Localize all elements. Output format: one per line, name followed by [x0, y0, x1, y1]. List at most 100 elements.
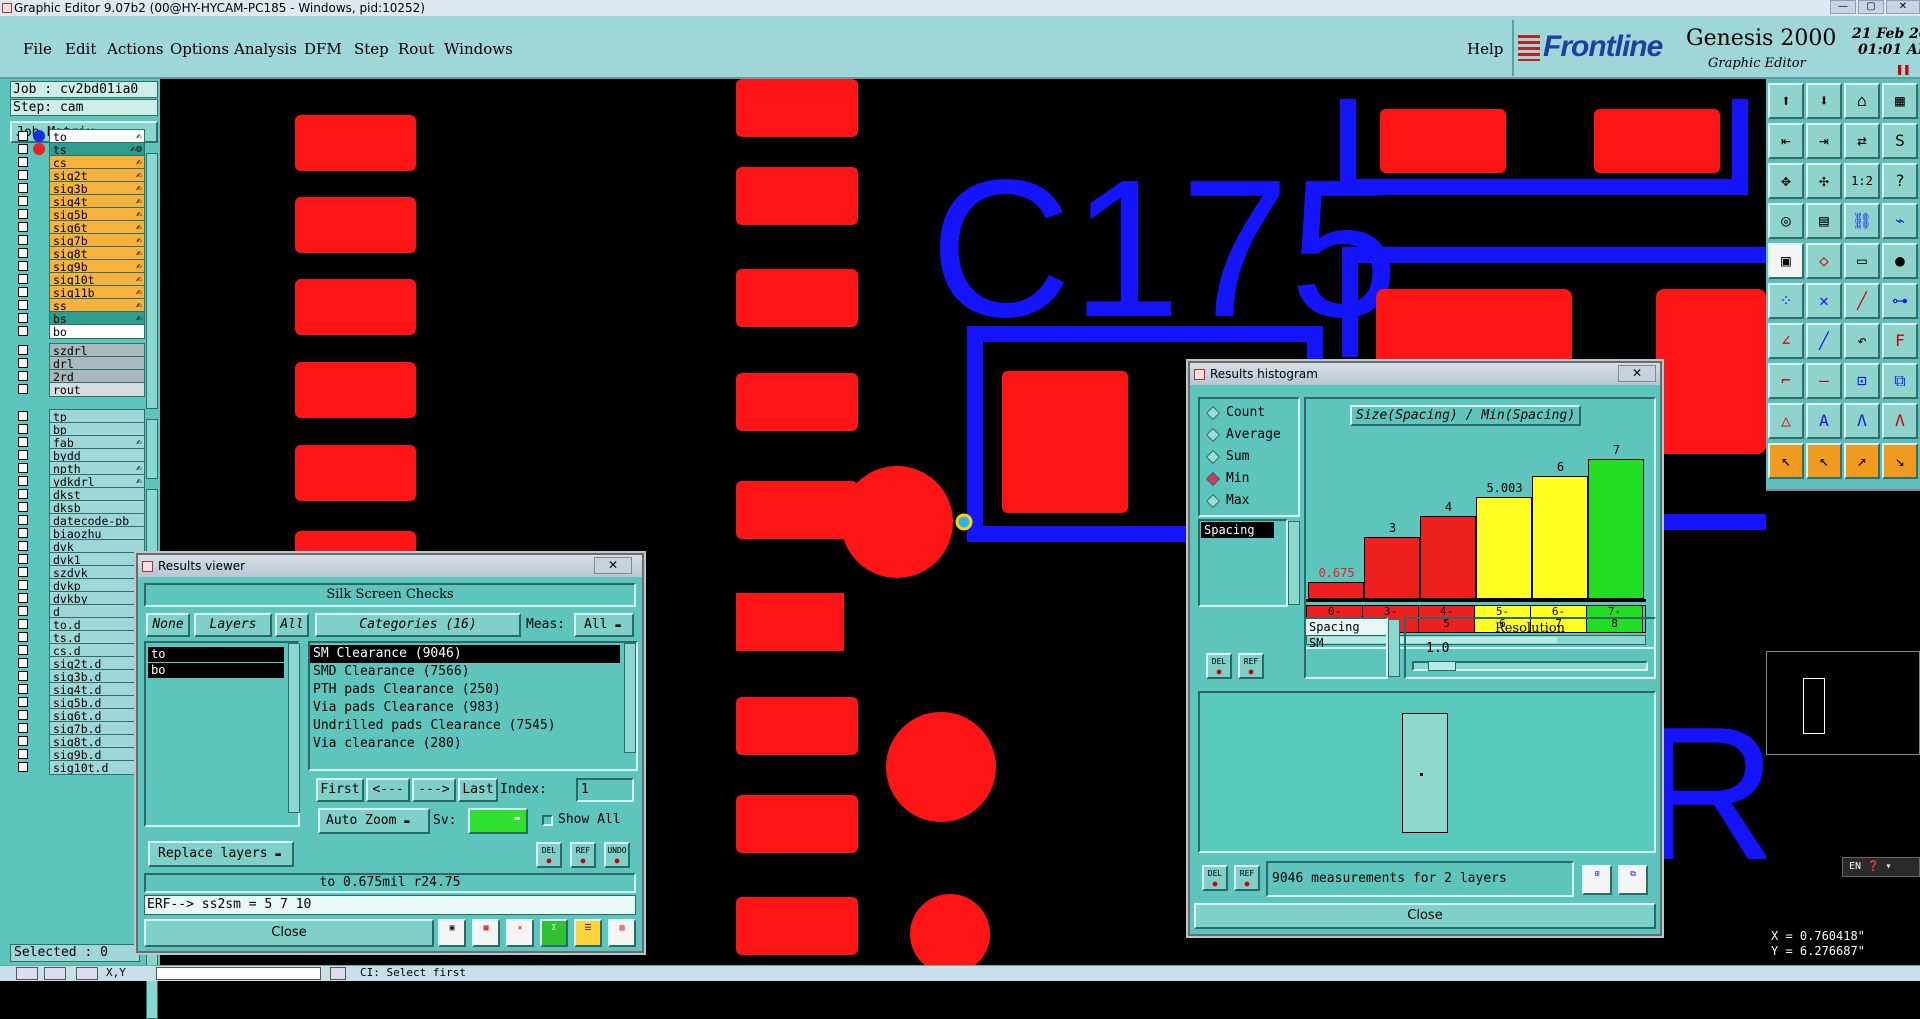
attribute-list[interactable]: Spacing — [1198, 519, 1288, 607]
layer-checkbox[interactable] — [18, 411, 28, 421]
mode-radio-count[interactable]: Count — [1205, 403, 1296, 423]
cross-icon[interactable]: ✕ — [1806, 283, 1842, 319]
layer-checkbox[interactable] — [18, 196, 28, 206]
mini-map-viewport[interactable] — [1803, 678, 1825, 734]
layer-row[interactable]: rout — [14, 382, 145, 397]
clear-icon[interactable]: ✕ — [506, 919, 534, 947]
layer-checkbox[interactable] — [18, 144, 28, 154]
layer-checkbox[interactable] — [18, 209, 28, 219]
layer-checkbox[interactable] — [18, 326, 28, 336]
layer-checkbox[interactable] — [18, 476, 28, 486]
layer-scrollbar-2[interactable] — [146, 419, 158, 479]
mini-map[interactable] — [1766, 651, 1920, 755]
layer-checkbox[interactable] — [18, 450, 28, 460]
triangle-icon[interactable]: △ — [1768, 403, 1804, 439]
layer-checkbox[interactable] — [18, 463, 28, 473]
move-left-icon[interactable]: ⇤ — [1768, 123, 1804, 159]
layer-name[interactable]: sig10t.d✍ — [49, 760, 145, 775]
layer-checkbox[interactable] — [18, 528, 28, 538]
home-icon[interactable]: ⌂ — [1844, 83, 1880, 119]
layer-row[interactable]: sig10t.d✍ — [14, 760, 145, 775]
histogram-close-x[interactable]: ✕ — [1618, 365, 1656, 382]
layer-checkbox[interactable] — [18, 222, 28, 232]
categories-button[interactable]: Categories (16) — [315, 613, 521, 637]
export-icon[interactable]: ▣ — [438, 919, 466, 947]
zoom-result-icon[interactable]: ⊞ — [1582, 865, 1612, 895]
connect-icon[interactable]: ⌁ — [1882, 203, 1918, 239]
stats-icon[interactable]: Σ — [540, 919, 568, 947]
group-icon[interactable]: ⧉ — [1882, 363, 1918, 399]
net-icon[interactable]: ⛓ — [1844, 203, 1880, 239]
status-icon-2[interactable] — [44, 967, 66, 980]
scale-icon[interactable]: 1:2 — [1844, 163, 1880, 199]
corner-icon[interactable]: ⌐ — [1768, 363, 1804, 399]
menu-rout[interactable]: Rout — [398, 40, 434, 58]
pointer-select-icon[interactable]: ↖ — [1806, 443, 1842, 479]
results-viewer-close-x[interactable]: ✕ — [594, 557, 632, 574]
sv-color-dropdown[interactable]: ▬ — [468, 808, 528, 834]
menu-analysis[interactable]: Analysis — [234, 40, 297, 58]
layers-list[interactable]: to bo — [144, 641, 300, 827]
arc-icon[interactable]: ↶ — [1844, 323, 1880, 359]
layer-list-item[interactable]: to — [148, 647, 284, 662]
histogram-bar[interactable] — [1476, 497, 1532, 599]
layer-name[interactable]: bo — [49, 324, 145, 339]
menu-step[interactable]: Step — [354, 40, 389, 58]
histogram-bar[interactable] — [1588, 459, 1644, 599]
layer-checkbox[interactable] — [18, 287, 28, 297]
route-icon[interactable]: S — [1882, 123, 1918, 159]
mode-radio-average[interactable]: Average — [1205, 425, 1296, 445]
menu-help[interactable]: Help — [1467, 40, 1503, 58]
next-button[interactable]: ---> — [412, 778, 456, 802]
categories-list[interactable]: SM Clearance (9046) SMD Clearance (7566) P… — [308, 641, 638, 771]
histogram-titlebar[interactable]: Results histogram ✕ — [1190, 363, 1660, 385]
layer-checkbox[interactable] — [18, 697, 28, 707]
layer-row[interactable]: bo — [14, 324, 145, 339]
layer-checkbox[interactable] — [18, 541, 28, 551]
resolution-slider-handle[interactable] — [1428, 661, 1456, 671]
peak-icon[interactable]: Λ — [1844, 403, 1880, 439]
measure-icon[interactable]: ⊡ — [1844, 363, 1880, 399]
layer-checkbox[interactable] — [18, 358, 28, 368]
histogram-bar[interactable] — [1532, 476, 1588, 599]
menu-actions[interactable]: Actions — [107, 40, 163, 58]
minimize-button[interactable]: — — [1830, 0, 1856, 14]
layer-checkbox[interactable] — [18, 554, 28, 564]
histogram-bar[interactable] — [1364, 537, 1420, 599]
first-button[interactable]: First — [316, 778, 364, 802]
grid-icon[interactable]: ▤ — [1806, 203, 1842, 239]
layer-checkbox[interactable] — [18, 248, 28, 258]
pointer-edit-icon[interactable]: ↗ — [1844, 443, 1880, 479]
layer-checkbox[interactable] — [18, 131, 28, 141]
help-icon[interactable]: ? — [1882, 163, 1918, 199]
histogram-bar[interactable] — [1420, 516, 1476, 599]
preview-del-button[interactable]: DEL ● — [1202, 865, 1228, 891]
layer-checkbox[interactable] — [18, 658, 28, 668]
layer-checkbox[interactable] — [18, 170, 28, 180]
layer-checkbox[interactable] — [18, 723, 28, 733]
command-button[interactable] — [330, 967, 346, 980]
pointer-route-icon[interactable]: ↘ — [1882, 443, 1918, 479]
eye-icon[interactable]: ◎ — [1768, 203, 1804, 239]
window-result-icon[interactable]: ⧉ — [1618, 865, 1648, 895]
layer-checkbox[interactable] — [18, 567, 28, 577]
hist-del-button[interactable]: DEL ● — [1206, 653, 1232, 679]
polygon-icon[interactable]: A — [1806, 403, 1842, 439]
layer-checkbox[interactable] — [18, 671, 28, 681]
menu-options[interactable]: Options — [170, 40, 229, 58]
show-all-checkbox[interactable] — [542, 815, 553, 826]
all-button[interactable]: All — [275, 613, 309, 637]
layer-checkbox[interactable] — [18, 580, 28, 590]
diagonal-icon[interactable]: ╱ — [1806, 323, 1842, 359]
pointer-icon[interactable]: ↖ — [1768, 443, 1804, 479]
hist-ref-button[interactable]: REF ● — [1238, 653, 1264, 679]
mode-radio-max[interactable]: Max — [1205, 491, 1296, 511]
layer-checkbox[interactable] — [18, 762, 28, 772]
results-viewer-close-button[interactable]: Close — [144, 919, 434, 947]
notes-icon[interactable]: ☰ — [574, 919, 602, 947]
last-button[interactable]: Last — [458, 778, 498, 802]
layer-list-item[interactable]: bo — [148, 663, 284, 678]
histogram-icon[interactable]: ▥ — [608, 919, 636, 947]
text-f-icon[interactable]: F — [1882, 323, 1918, 359]
spacing-list[interactable]: Spacing SM — [1304, 617, 1388, 679]
